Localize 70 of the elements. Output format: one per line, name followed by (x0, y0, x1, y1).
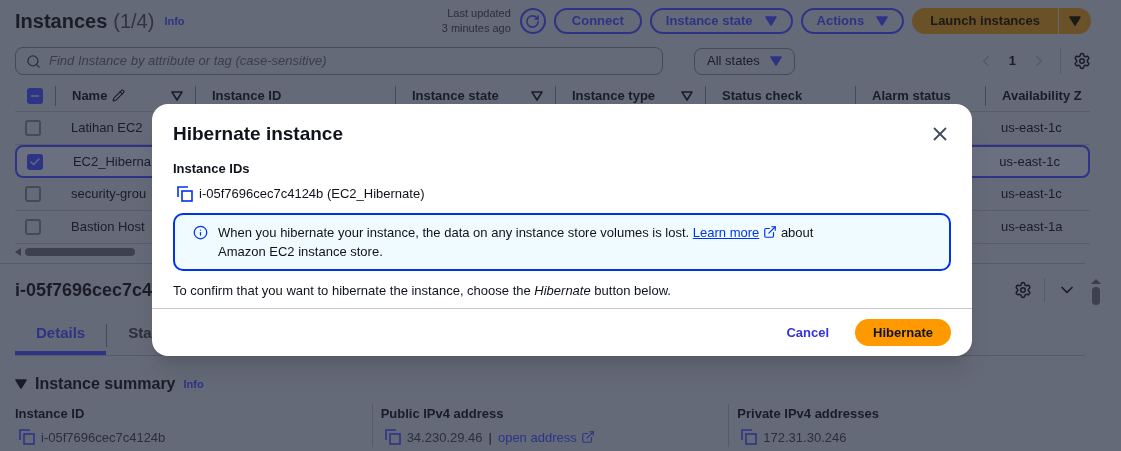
sort-icon (681, 90, 693, 101)
settings-icon[interactable] (1014, 281, 1032, 299)
checkbox[interactable] (25, 186, 41, 202)
dropdown-button[interactable]: Instance state (649, 8, 793, 34)
sort-icon (531, 90, 543, 101)
last-updated-text: Last updated (447, 6, 511, 21)
external-link-icon (763, 225, 778, 239)
separator-text: | (488, 428, 492, 447)
field-label: Instance IDs (173, 159, 251, 178)
tab[interactable]: Sta (107, 316, 173, 355)
refresh-button[interactable] (519, 8, 546, 34)
alert-message: When you hibernate your instance, the data on any instance store volumes is lost. Learn more about Amazon EC2 instance store. (218, 222, 815, 261)
field-value: 172.31.30.246 (763, 428, 847, 447)
info-link[interactable]: Info (183, 375, 204, 393)
column-header[interactable]: Instance type (572, 85, 656, 106)
field-label: Instance ID (15, 405, 86, 423)
info-link[interactable]: Info (164, 12, 185, 30)
connect-button[interactable]: Connect (553, 8, 642, 34)
pencil-icon (112, 89, 126, 102)
caret-icon (769, 56, 782, 66)
column-header[interactable]: Alarm status (872, 85, 951, 106)
info-icon (193, 224, 208, 240)
table-cell: us-east-1c (1001, 120, 1062, 136)
check-icon (29, 155, 41, 168)
table-cell: Bastion Host (71, 219, 145, 235)
sort-icon (171, 90, 183, 101)
refresh-icon (525, 13, 541, 29)
settings-icon[interactable] (1073, 52, 1091, 70)
table-cell: us-east-1c (1001, 186, 1062, 202)
cancel-button[interactable]: Cancel (786, 322, 830, 343)
table-cell: security-grou (71, 186, 147, 202)
state-filter-dropdown[interactable]: All states (694, 47, 795, 75)
checkbox[interactable] (27, 153, 43, 170)
table-cell: us-east-1c (999, 153, 1061, 169)
checkbox[interactable] (27, 87, 43, 104)
page-number[interactable]: 1 (1008, 51, 1016, 71)
checkbox[interactable] (25, 120, 41, 136)
field-value: 34.230.29.46 (406, 428, 483, 447)
open-address-link[interactable]: open address (497, 427, 595, 447)
page-title: Instances (15, 9, 108, 34)
search-icon (26, 53, 41, 69)
external-link-icon (580, 430, 595, 445)
table-cell: us-east-1a (1001, 219, 1063, 235)
copy-icon[interactable] (177, 185, 193, 202)
last-updated-text: 3 minutes ago (441, 21, 511, 36)
field-label: Public IPv4 address (380, 405, 505, 423)
column-header[interactable]: Name (72, 85, 108, 106)
instance-id-text: i-05f7696cec7c4124b (EC2_Hibernate) (199, 185, 425, 203)
hibernate-button[interactable]: Hibernate (855, 319, 951, 346)
table-cell: Latihan EC2 (71, 120, 143, 136)
launch-instances-button[interactable]: Launch instances (912, 8, 1091, 34)
learn-more-link[interactable]: Learn more (692, 222, 778, 242)
column-header[interactable]: Instance state (412, 85, 499, 106)
confirm-message: To confirm that you want to hibernate the instance, choose the Hibernate button below. (173, 281, 672, 300)
column-header[interactable]: Instance ID (212, 85, 282, 106)
column-header[interactable]: Status check (722, 85, 803, 106)
column-header[interactable]: Availability Z (1002, 85, 1082, 106)
instance-heading: i-05f7696cec7c4 (15, 278, 153, 302)
dialog-title: Hibernate instance (173, 122, 343, 146)
section-title[interactable]: Instance summary (35, 372, 176, 396)
field-value: i-05f7696cec7c4124b (41, 428, 166, 447)
tab[interactable]: Details (15, 316, 107, 355)
dropdown-button[interactable]: Actions (800, 8, 905, 34)
table-cell: EC2_Hiberna (72, 153, 151, 169)
caret-icon (876, 16, 889, 26)
caret-icon (15, 379, 27, 389)
caret-icon (1069, 16, 1081, 26)
caret-icon (764, 16, 777, 26)
checkbox[interactable] (25, 219, 41, 235)
field-label: Private IPv4 addresses (737, 405, 880, 423)
